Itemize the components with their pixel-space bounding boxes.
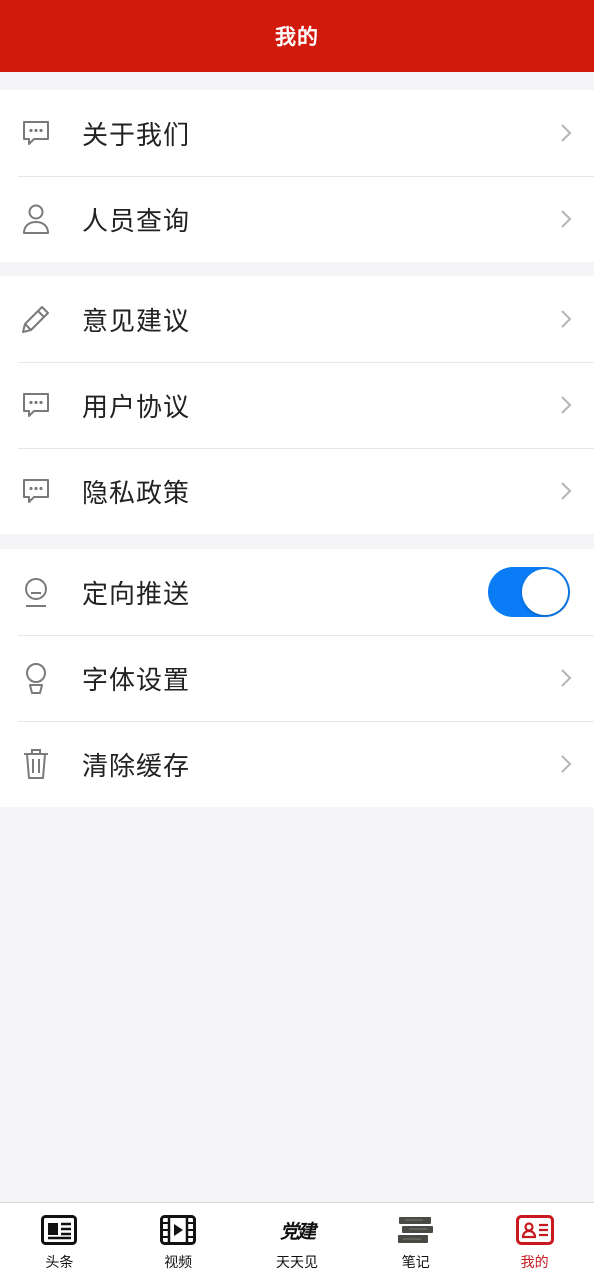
menu-item-about-us[interactable]: 关于我们	[0, 90, 594, 176]
tab-label: 笔记	[401, 1255, 430, 1271]
chevron-right-icon	[560, 480, 576, 502]
menu-item-label: 人员查询	[82, 206, 191, 237]
pencil-icon	[18, 301, 54, 337]
tab-label: 头条	[45, 1255, 74, 1271]
settings-group-1: 关于我们 人员查询	[0, 90, 594, 262]
menu-item-label: 隐私政策	[82, 478, 191, 509]
chevron-right-icon	[560, 394, 576, 416]
bottom-tab-bar: 头条 视频 党建 天天见 笔记 我的	[0, 1202, 594, 1280]
push-toggle-switch[interactable]	[488, 567, 570, 617]
menu-item-feedback[interactable]: 意见建议	[0, 276, 594, 362]
settings-group-3: 定向推送 字体设置 清除缓存	[0, 549, 594, 807]
film-icon	[158, 1213, 198, 1247]
tab-label: 天天见	[275, 1255, 318, 1271]
tab-headlines[interactable]: 头条	[0, 1203, 119, 1280]
chevron-right-icon	[560, 208, 576, 230]
chevron-right-icon	[560, 753, 576, 775]
menu-item-label: 清除缓存	[82, 751, 191, 782]
menu-item-user-agreement[interactable]: 用户协议	[0, 362, 594, 448]
party-building-logo: 党建	[279, 1220, 316, 1243]
chevron-right-icon	[560, 308, 576, 330]
books-icon	[396, 1213, 436, 1247]
tab-notes[interactable]: 笔记	[356, 1203, 475, 1280]
tab-video[interactable]: 视频	[119, 1203, 238, 1280]
trash-icon	[18, 746, 54, 782]
face-icon	[18, 574, 54, 610]
menu-item-label: 用户协议	[82, 392, 191, 423]
menu-item-label: 关于我们	[82, 120, 191, 151]
menu-item-privacy-policy[interactable]: 隐私政策	[0, 448, 594, 534]
menu-item-targeted-push: 定向推送	[0, 549, 594, 635]
bulb-icon	[18, 660, 54, 696]
message-dots-icon	[18, 473, 54, 509]
menu-item-label: 意见建议	[82, 306, 191, 337]
tab-mine[interactable]: 我的	[475, 1203, 594, 1280]
menu-item-label: 字体设置	[82, 665, 191, 696]
menu-item-label: 定向推送	[82, 579, 191, 610]
tab-label: 视频	[164, 1255, 193, 1271]
tab-daily[interactable]: 党建 天天见	[238, 1203, 357, 1280]
settings-group-2: 意见建议 用户协议 隐私政策	[0, 276, 594, 534]
profile-card-icon	[515, 1213, 555, 1247]
tab-label: 我的	[520, 1255, 549, 1271]
newspaper-icon	[39, 1213, 79, 1247]
chevron-right-icon	[560, 667, 576, 689]
menu-item-font-settings[interactable]: 字体设置	[0, 635, 594, 721]
menu-item-staff-search[interactable]: 人员查询	[0, 176, 594, 262]
chevron-right-icon	[560, 122, 576, 144]
message-dots-icon	[18, 115, 54, 151]
toggle-knob	[522, 569, 568, 615]
top-bar: 我的	[0, 0, 594, 72]
person-icon	[18, 201, 54, 237]
page-title: 我的	[275, 25, 319, 49]
menu-item-clear-cache[interactable]: 清除缓存	[0, 721, 594, 807]
message-dots-icon	[18, 387, 54, 423]
